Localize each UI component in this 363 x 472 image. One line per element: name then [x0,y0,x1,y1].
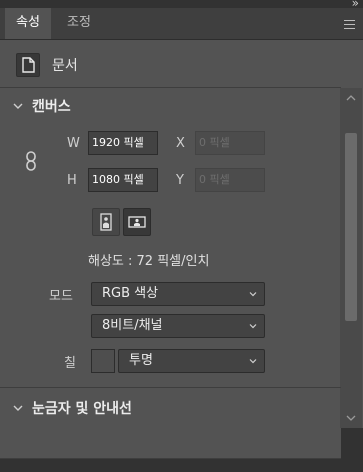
document-header: 문서 [0,40,363,87]
section-title-rulers-guides[interactable]: 눈금자 및 안내선 [32,398,132,418]
height-field[interactable]: 1080 픽셀 [88,168,158,192]
panel-bottom-edge [0,428,341,459]
mode-select[interactable]: RGB 색상 [91,282,265,306]
y-label: Y [176,173,184,188]
scrollbar-thumb[interactable] [345,133,357,321]
section-title-canvas[interactable]: 캔버스 [32,96,71,116]
scroll-down-icon[interactable] [346,414,356,422]
chevron-down-icon[interactable] [12,403,24,413]
link-dimensions-icon[interactable] [24,150,38,172]
width-field[interactable]: 1920 픽셀 [88,131,158,155]
resolution-text: 해상도 : 72 픽셀/인치 [88,254,210,269]
landscape-orientation-button[interactable] [123,208,151,236]
tab-adjustments[interactable]: 조정 [54,8,104,39]
mode-select-value: RGB 색상 [102,286,159,301]
mode-label: 모드 [49,289,73,304]
fill-select-value: 투명 [129,353,153,368]
landscape-icon [128,216,146,228]
chevron-down-icon [249,292,257,297]
bit-depth-select[interactable]: 8비트/채널 [91,314,265,338]
fill-select[interactable]: 투명 [118,349,265,373]
panel-scrollbar[interactable] [340,88,362,428]
height-label: H [67,173,77,188]
fill-color-swatch[interactable] [91,349,115,373]
divider [0,87,341,88]
divider [0,387,341,388]
x-label: X [176,136,185,151]
x-field: 0 픽셀 [195,131,265,155]
fill-label: 칠 [64,356,76,371]
chevron-down-icon [249,359,257,364]
panel-menu-icon[interactable] [344,20,355,32]
document-label: 문서 [52,58,78,74]
scroll-up-icon[interactable] [346,94,356,102]
portrait-icon [100,213,112,231]
panel-top-strip: » [0,0,363,10]
panel-tab-bar: 속성 조정 [0,8,363,40]
y-field: 0 픽셀 [195,168,265,192]
panel-bottom-area [0,428,363,472]
document-icon [16,53,40,77]
tab-properties[interactable]: 속성 [5,8,51,39]
portrait-orientation-button[interactable] [92,208,120,236]
chevron-down-icon [249,324,257,329]
width-label: W [67,136,80,151]
chevron-down-icon[interactable] [12,101,24,111]
bit-depth-select-value: 8비트/채널 [102,318,163,333]
